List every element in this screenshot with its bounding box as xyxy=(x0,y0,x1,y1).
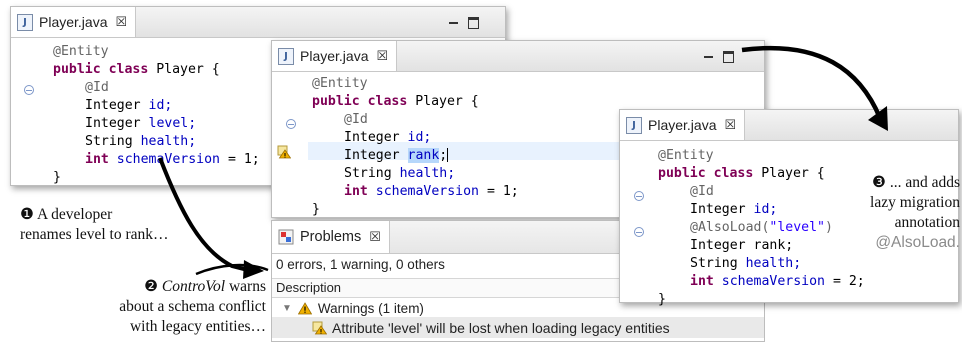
code-token: schemaVersion xyxy=(116,152,220,167)
code-token: } xyxy=(658,292,666,307)
code-token: int xyxy=(690,274,714,289)
code-token: health; xyxy=(140,134,197,149)
code-token: Integer xyxy=(344,130,400,145)
code-token: Integer xyxy=(85,98,141,113)
column-header-description[interactable]: Description xyxy=(276,280,341,295)
editor-tabbar: J Player.java ☒ xyxy=(272,41,764,72)
code-token: rank; xyxy=(753,238,794,253)
code-token: Integer xyxy=(690,238,746,253)
maximize-icon[interactable] xyxy=(723,50,734,63)
code-token: @Id xyxy=(344,112,368,127)
window-controls xyxy=(449,15,479,29)
warning-marker-icon xyxy=(312,321,327,334)
code-token: public class xyxy=(312,94,408,109)
step3-line3: annotation xyxy=(894,214,960,231)
minimize-icon[interactable] xyxy=(704,55,713,58)
warning-group-label: Warnings (1 item) xyxy=(317,300,424,316)
code-token: @Id xyxy=(690,184,714,199)
note-step2: ❷ ControVol warns about a schema conflic… xyxy=(0,277,266,337)
code-token: schemaVersion xyxy=(721,274,825,289)
step1-number: ❶ xyxy=(20,206,34,223)
tab-title: Player.java xyxy=(300,48,369,64)
code-token: Player { xyxy=(156,62,220,77)
code-token: health; xyxy=(399,166,456,181)
step1-line2: renames level to rank… xyxy=(20,226,169,243)
problems-summary: 0 errors, 1 warning, 0 others xyxy=(276,257,445,272)
warning-group-row[interactable]: ▼ Warnings (1 item) xyxy=(282,299,424,317)
step2-line2: about a schema conflict xyxy=(119,298,266,315)
note-step3: ❸ ... and adds lazy migration annotation… xyxy=(822,173,960,253)
code-token: String xyxy=(690,256,738,271)
editor-tab[interactable]: J Player.java ☒ xyxy=(11,7,137,37)
tab-title: Player.java xyxy=(39,14,108,30)
code-token: schemaVersion xyxy=(375,184,479,199)
editor-tabbar: J Player.java ☒ xyxy=(11,7,505,38)
code-token: @Entity xyxy=(658,148,714,163)
maximize-icon[interactable] xyxy=(468,16,479,29)
expand-triangle-icon[interactable]: ▼ xyxy=(282,303,292,314)
step3-line1: ... and adds xyxy=(889,174,960,191)
code-token: int xyxy=(85,152,109,167)
close-tab-icon[interactable]: ☒ xyxy=(115,14,127,30)
tab-title: Player.java xyxy=(648,117,717,133)
code-token: Integer xyxy=(690,202,746,217)
code-token: } xyxy=(312,202,320,217)
step2-line3: with legacy entities… xyxy=(129,318,266,335)
code-token: = 2; xyxy=(832,274,865,289)
code-token: String xyxy=(344,166,392,181)
warning-icon xyxy=(297,301,312,314)
code-token: Player { xyxy=(761,166,825,181)
code-token: "level" xyxy=(769,220,825,235)
editor-tabbar: J Player.java ☒ xyxy=(620,110,958,141)
close-tab-icon[interactable]: ☒ xyxy=(376,48,388,64)
code-token: public class xyxy=(53,62,149,77)
code-token: Player { xyxy=(415,94,479,109)
code-token: @Entity xyxy=(53,44,109,59)
step1-line1: A developer xyxy=(36,206,113,223)
step3-line2: lazy migration xyxy=(870,194,960,211)
step2-tool-name: ControVol xyxy=(161,278,226,295)
problems-tab[interactable]: Problems ☒ xyxy=(272,221,390,253)
step3-number: ❸ xyxy=(872,174,886,191)
java-file-icon: J xyxy=(626,116,642,134)
code-token: String xyxy=(85,134,133,149)
step2-line1: warns xyxy=(228,278,266,295)
minimize-icon[interactable] xyxy=(449,21,458,24)
code-token: level; xyxy=(148,116,197,131)
code-token: public class xyxy=(658,166,754,181)
close-tab-icon[interactable]: ☒ xyxy=(369,229,381,245)
editor-tab[interactable]: J Player.java ☒ xyxy=(272,41,398,71)
problems-icon xyxy=(278,229,294,245)
step2-number: ❷ xyxy=(144,278,159,295)
selected-token[interactable]: rank xyxy=(407,148,440,163)
java-file-icon: J xyxy=(278,47,294,65)
code-token: Integer xyxy=(85,116,141,131)
code-token: Integer xyxy=(344,148,400,163)
code-token: @AlsoLoad( xyxy=(690,220,770,235)
note-step1: ❶ A developer renames level to rank… xyxy=(20,205,250,245)
code-token: id; xyxy=(148,98,173,113)
step3-line4: @AlsoLoad. xyxy=(875,234,960,251)
warning-message: Attribute 'level' will be lost when load… xyxy=(332,319,670,336)
close-tab-icon[interactable]: ☒ xyxy=(724,117,736,133)
java-file-icon: J xyxy=(17,13,33,31)
code-token: id; xyxy=(753,202,778,217)
table-row[interactable]: Attribute 'level' will be lost when load… xyxy=(272,317,764,338)
code-token: int xyxy=(344,184,368,199)
code-token: ; xyxy=(439,148,448,163)
arrow-from-note2 xyxy=(195,263,269,276)
code-token: @Entity xyxy=(312,76,368,91)
tab-title: Problems xyxy=(300,229,362,245)
window-controls xyxy=(704,49,734,63)
code-token: id; xyxy=(407,130,432,145)
code-token: = 1; xyxy=(227,152,260,167)
code-token: health; xyxy=(745,256,802,271)
text-caret xyxy=(447,148,449,162)
code-token: = 1; xyxy=(486,184,519,199)
code-token: } xyxy=(53,170,61,185)
editor-tab[interactable]: J Player.java ☒ xyxy=(620,110,746,140)
code-token: @Id xyxy=(85,80,109,95)
